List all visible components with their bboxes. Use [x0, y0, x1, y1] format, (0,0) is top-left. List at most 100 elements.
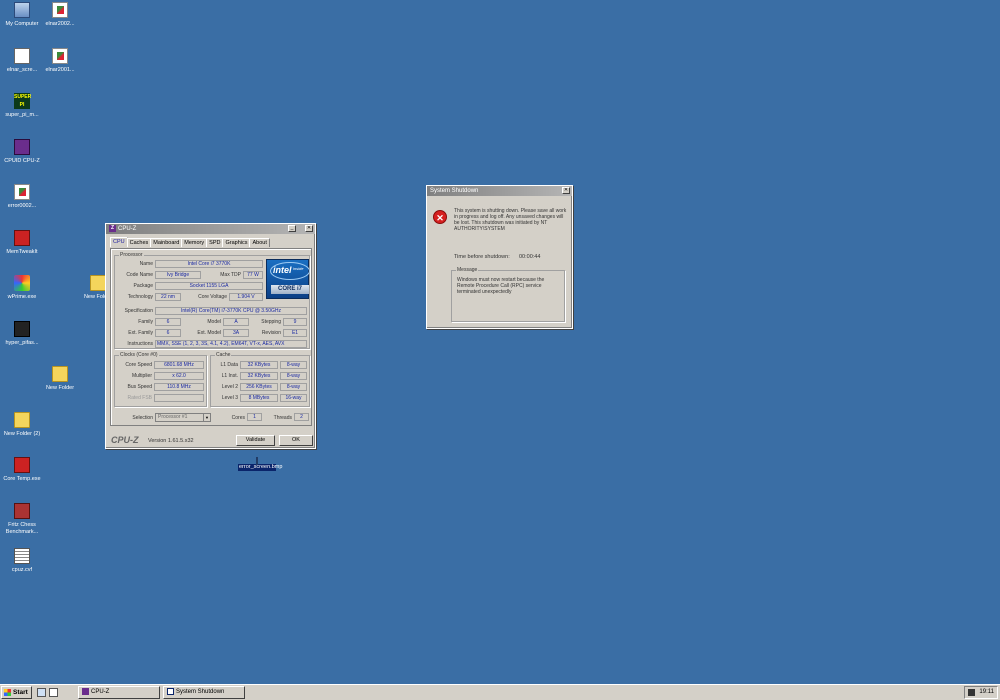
intel-core-label: CORE i7 [271, 285, 309, 294]
cpuz-brand: CPU-Z [111, 435, 139, 445]
cache-row-label: Level 3 [221, 395, 238, 401]
desktop-icon-selected-file[interactable]: error_screen.bmp [238, 457, 282, 471]
model-label: Model [207, 319, 221, 325]
desktop-icon-file[interactable]: elnar2001... [38, 48, 82, 74]
desktop-icon-folder[interactable]: New Folder (2) [0, 412, 44, 438]
desktop-icon-label: super_pi_m... [5, 112, 39, 118]
cache-group: Cache L1 Data 32 KBytes 8-way L1 Inst. 3… [210, 352, 310, 407]
cache-row-way: 16-way [280, 394, 307, 402]
system-shutdown-dialog: System Shutdown ✕ ✕ This system is shutt… [426, 185, 573, 329]
maxtdp-value: 77 W [243, 271, 263, 279]
technology-value: 22 nm [155, 293, 181, 301]
shutdown-titlebar[interactable]: System Shutdown ✕ [427, 186, 572, 196]
super-pi-icon: SUPER PI [14, 93, 32, 109]
tab-about[interactable]: About [249, 238, 270, 247]
computer-icon [14, 2, 30, 18]
minimize-button[interactable]: _ [288, 225, 296, 232]
spec-label: Specification [124, 308, 153, 314]
cache-row-size: 256 KBytes [240, 383, 278, 391]
validate-button[interactable]: Validate [236, 435, 275, 446]
chevron-down-icon[interactable]: ▼ [203, 414, 210, 421]
close-button[interactable]: ✕ [305, 225, 313, 232]
desktop-icon-coretemp[interactable]: Core Temp.exe [0, 457, 44, 483]
intel-core-i7-logo: intel inside CORE i7 [266, 259, 310, 299]
selection-dropdown[interactable]: Processor #1 ▼ [155, 413, 211, 422]
tab-memory[interactable]: Memory [181, 238, 208, 247]
desktop-icon-label: Fritz Chess Benchmark... [5, 522, 39, 535]
fritz-chess-icon [14, 503, 30, 519]
desktop-icon-label: cpuz.cvf [11, 567, 33, 573]
desktop-icon-superpi[interactable]: SUPER PI super_pi_m... [0, 93, 44, 119]
quicklaunch-ie-icon[interactable] [37, 688, 46, 697]
tab-mainboard[interactable]: Mainboard [150, 238, 183, 247]
instructions-label: Instructions [127, 341, 153, 347]
image-file-icon [52, 48, 68, 64]
desktop-icon-hyperpi[interactable]: hyper_pifas... [0, 321, 44, 347]
desktop-icon-label: elnar2001... [45, 67, 75, 73]
cpuz-icon [14, 139, 30, 155]
window-title: CPU-Z [118, 226, 137, 232]
cores-value: 1 [247, 413, 262, 421]
close-button[interactable]: ✕ [562, 187, 570, 194]
text-file-icon [14, 548, 30, 564]
revision-value: E1 [283, 329, 307, 337]
folder-icon [52, 366, 68, 382]
selection-label: Selection [132, 415, 153, 421]
desktop-icon-label: New Folder (2) [3, 431, 41, 437]
cache-row-size: 32 KBytes [240, 361, 278, 369]
desktop-icon-fritz[interactable]: Fritz Chess Benchmark... [0, 503, 44, 535]
family-label: Family [138, 319, 153, 325]
window-title: System Shutdown [430, 188, 479, 194]
taskbar-item-cpuz[interactable]: CPU-Z [78, 686, 160, 699]
cache-row-size: 32 KBytes [240, 372, 278, 380]
multiplier-value: x 62.0 [154, 372, 204, 380]
clocks-group: Clocks (Core #0) Core Speed 6801.68 MHz … [114, 352, 207, 407]
bitmap-file-icon [256, 457, 258, 465]
cpuz-tabs: CPU Caches Mainboard Memory SPD Graphics… [110, 237, 270, 247]
folder-icon [14, 412, 30, 428]
desktop-icon-cpuz[interactable]: CPUID CPU-Z [0, 139, 44, 165]
instructions-value: MMX, SSE (1, 2, 3, 3S, 4.1, 4.2), EM64T,… [155, 340, 307, 348]
group-title: Processor [119, 252, 144, 258]
extfamily-label: Ext. Family [128, 330, 153, 336]
threads-label: Threads [273, 415, 292, 421]
stepping-label: Stepping [261, 319, 281, 325]
desktop-icon-label: Core Temp.exe [3, 476, 41, 482]
tray-app-icon[interactable] [968, 689, 975, 696]
tab-cpu[interactable]: CPU [110, 237, 128, 247]
desktop-icon-wprime[interactable]: wPrime.exe [0, 275, 44, 301]
ok-button[interactable]: OK [279, 435, 313, 446]
quicklaunch-desktop-icon[interactable] [49, 688, 58, 697]
desktop-icon-file[interactable]: elnar2002... [38, 2, 82, 28]
group-title: Clocks (Core #0) [119, 352, 159, 358]
cache-row-way: 8-way [280, 361, 307, 369]
image-file-icon [52, 2, 68, 18]
cpuz-titlebar[interactable]: Z CPU-Z _ ✕ [106, 224, 315, 234]
taskbar-item-shutdown[interactable]: System Shutdown [163, 686, 245, 699]
desktop-icon-file[interactable]: error0002... [0, 184, 44, 210]
desktop-icon-folder[interactable]: New Folder [38, 366, 82, 392]
intel-brand: intel [273, 265, 292, 275]
error-icon: ✕ [433, 210, 447, 224]
start-button[interactable]: Start [1, 686, 32, 699]
shutdown-reason: Windows must now restart because the Rem… [457, 277, 545, 295]
desktop-icon-file[interactable]: cpuz.cvf [0, 548, 44, 574]
desktop-icon-label: New Folder [45, 385, 75, 391]
codename-value: Ivy Bridge [155, 271, 201, 279]
tab-spd[interactable]: SPD [206, 238, 224, 247]
group-title: Message [456, 267, 479, 273]
ratedfsb-value [154, 394, 204, 402]
spec-value: Intel(R) Core(TM) i7-3770K CPU @ 3.50GHz [155, 307, 307, 315]
tab-caches[interactable]: Caches [126, 238, 152, 247]
start-label: Start [13, 689, 28, 696]
package-label: Package [133, 283, 153, 289]
stepping-value: 9 [283, 318, 307, 326]
cpuz-window: Z CPU-Z _ ✕ CPU Caches Mainboard Memory S… [105, 223, 316, 449]
desktop-icon-memtweakit[interactable]: MemTweakIt [0, 230, 44, 256]
multiplier-label: Multiplier [131, 373, 152, 379]
selection-value: Processor #1 [158, 414, 188, 420]
corevoltage-label: Core Voltage [198, 294, 227, 300]
busspeed-value: 110.8 MHz [154, 383, 204, 391]
maxtdp-label: Max TDP [220, 272, 241, 278]
tab-graphics[interactable]: Graphics [222, 238, 251, 247]
